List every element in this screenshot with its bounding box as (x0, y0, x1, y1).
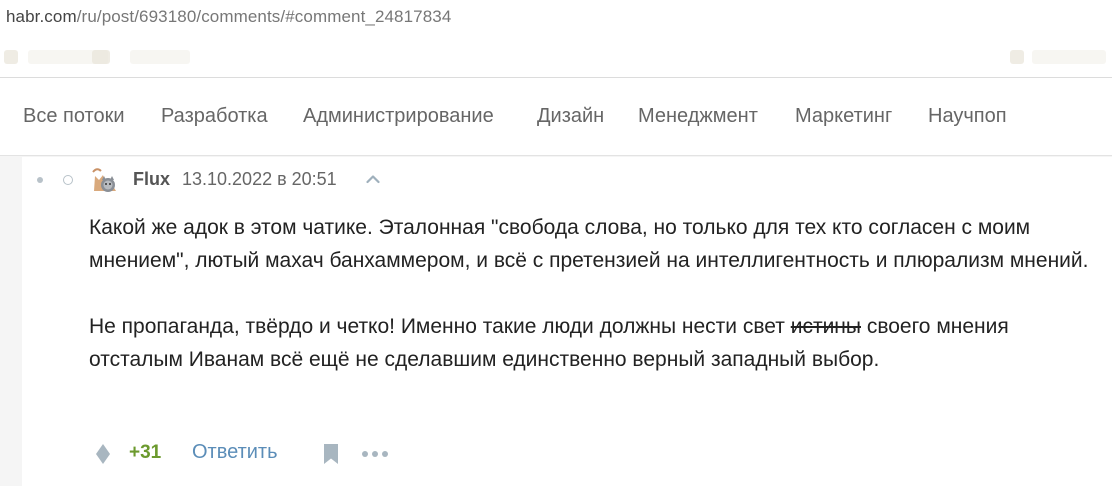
comment-card: Flux 13.10.2022 в 20:51 Какой же адок в … (22, 157, 1112, 486)
comment-score: +31 (129, 442, 162, 463)
thread-dot-icon (37, 177, 43, 183)
comment-body: Какой же адок в этом чатике. Эталонная "… (89, 211, 1099, 409)
url-text[interactable]: habr.com/ru/post/693180/comments/#commen… (6, 7, 451, 27)
bookmark-favicon[interactable] (92, 50, 110, 64)
comment-date[interactable]: 13.10.2022 в 20:51 (182, 169, 337, 190)
address-bar[interactable]: habr.com/ru/post/693180/comments/#commen… (0, 0, 1112, 34)
nav-item-marketing[interactable]: Маркетинг (795, 105, 892, 128)
nav-item-popsci[interactable]: Научпоп (928, 105, 1007, 128)
comment-footer: +31 Ответить (22, 435, 1112, 471)
bookmark-item[interactable] (1032, 50, 1106, 64)
hubs-navigation: Все потоки Разработка Администрирование … (0, 78, 1112, 156)
nav-item-all-flows[interactable]: Все потоки (23, 105, 125, 128)
vote-diamond-icon[interactable] (95, 443, 111, 465)
thread-ring-icon[interactable] (63, 175, 73, 185)
strikethrough-text: истины (790, 315, 861, 338)
nav-item-administration[interactable]: Администрирование (303, 105, 494, 128)
comment-paragraph: Не пропаганда, твёрдо и четко! Именно та… (89, 310, 1099, 376)
comment-paragraph: Какой же адок в этом чатике. Эталонная "… (89, 216, 1089, 272)
bookmark-favicon[interactable] (4, 50, 18, 64)
cat-avatar-icon[interactable] (89, 164, 121, 196)
url-path: /ru/post/693180/comments/#comment_248178… (76, 7, 452, 26)
reply-button[interactable]: Ответить (192, 441, 278, 464)
comment-author[interactable]: Flux (133, 169, 170, 190)
bookmark-favicon[interactable] (1010, 50, 1024, 64)
bookmark-item[interactable] (130, 50, 190, 64)
paragraph-text: Не пропаганда, твёрдо и четко! Именно та… (89, 315, 791, 338)
chevron-up-icon[interactable] (366, 174, 380, 184)
nav-item-management[interactable]: Менеджмент (638, 105, 758, 128)
more-options-icon[interactable] (361, 450, 389, 458)
url-domain: habr.com (6, 7, 77, 26)
bookmarks-bar (0, 34, 1112, 78)
nav-item-development[interactable]: Разработка (161, 105, 268, 128)
bookmark-icon[interactable] (322, 443, 340, 465)
nav-item-design[interactable]: Дизайн (537, 105, 604, 128)
